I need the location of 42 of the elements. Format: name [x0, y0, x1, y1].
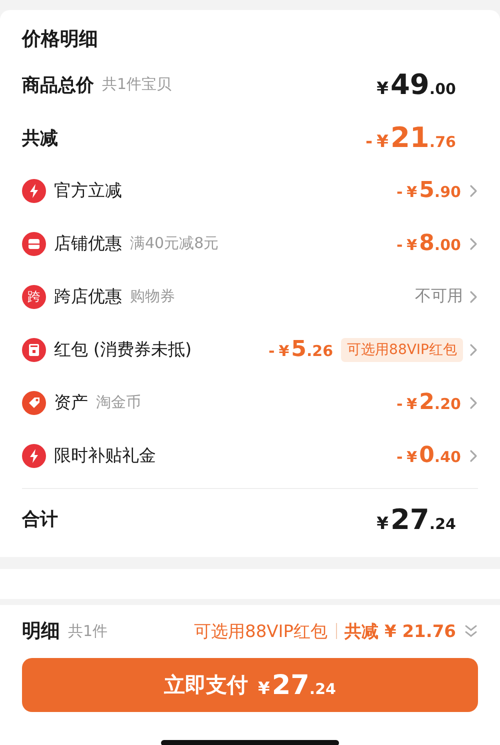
discount-amount: - ¥2.20: [396, 390, 461, 415]
details-label: 明细: [22, 619, 60, 644]
shop-icon: [22, 232, 46, 256]
coupon-tag[interactable]: 可选用88VIP红包: [341, 338, 463, 362]
double-chevron-down-icon: [464, 624, 478, 638]
discount-amount: - ¥5.90: [396, 178, 461, 203]
chevron-right-icon: [469, 448, 478, 462]
discount-label: 跨店优惠: [54, 286, 122, 308]
discount-amount: - ¥0.40: [396, 443, 461, 468]
summary-label: 共减: [22, 126, 58, 150]
coupon-hint: 可选用88VIP红包: [194, 620, 328, 642]
pay-now-button[interactable]: 立即支付 ¥27.24: [22, 658, 478, 712]
discount-note: 购物券: [130, 287, 175, 306]
discount-amount: - ¥5.26: [268, 337, 334, 362]
discount-note: 淘金币: [96, 393, 141, 412]
total-price: ¥49.00: [376, 68, 456, 101]
item-count: 共1件宝贝: [102, 75, 172, 94]
discount-label: 资产: [54, 392, 88, 414]
discount-label: 红包 (消费券未抵): [54, 339, 192, 361]
chevron-right-icon: [469, 342, 478, 356]
total-label: 合计: [22, 508, 58, 531]
discount-amount: - ¥8.00: [396, 231, 461, 256]
lightning-icon: [22, 444, 46, 468]
discount-label: 限时补贴礼金: [54, 445, 156, 467]
chevron-right-icon: [469, 236, 478, 250]
status-text: 不可用: [415, 286, 463, 307]
chevron-right-icon: [469, 184, 478, 198]
chevron-right-icon: [469, 290, 478, 304]
item-count: 共1件: [68, 622, 108, 640]
lightning-icon: [22, 178, 46, 202]
discount-label: 官方立减: [54, 180, 122, 202]
chevron-right-icon: [469, 396, 478, 410]
summary-label: 商品总价: [22, 74, 94, 96]
total-amount: ¥27.24: [376, 502, 456, 536]
cross-store-icon: 跨: [22, 284, 46, 308]
envelope-icon: [22, 338, 46, 362]
discount-note: 满40元减8元: [130, 234, 219, 253]
discount-total: - ¥21.76: [366, 121, 456, 154]
discount-summary: 共减 ¥ 21.76: [344, 620, 456, 642]
tag-icon: [22, 390, 46, 414]
section-title: 价格明细: [22, 27, 99, 52]
discount-label: 店铺优惠: [54, 233, 122, 255]
